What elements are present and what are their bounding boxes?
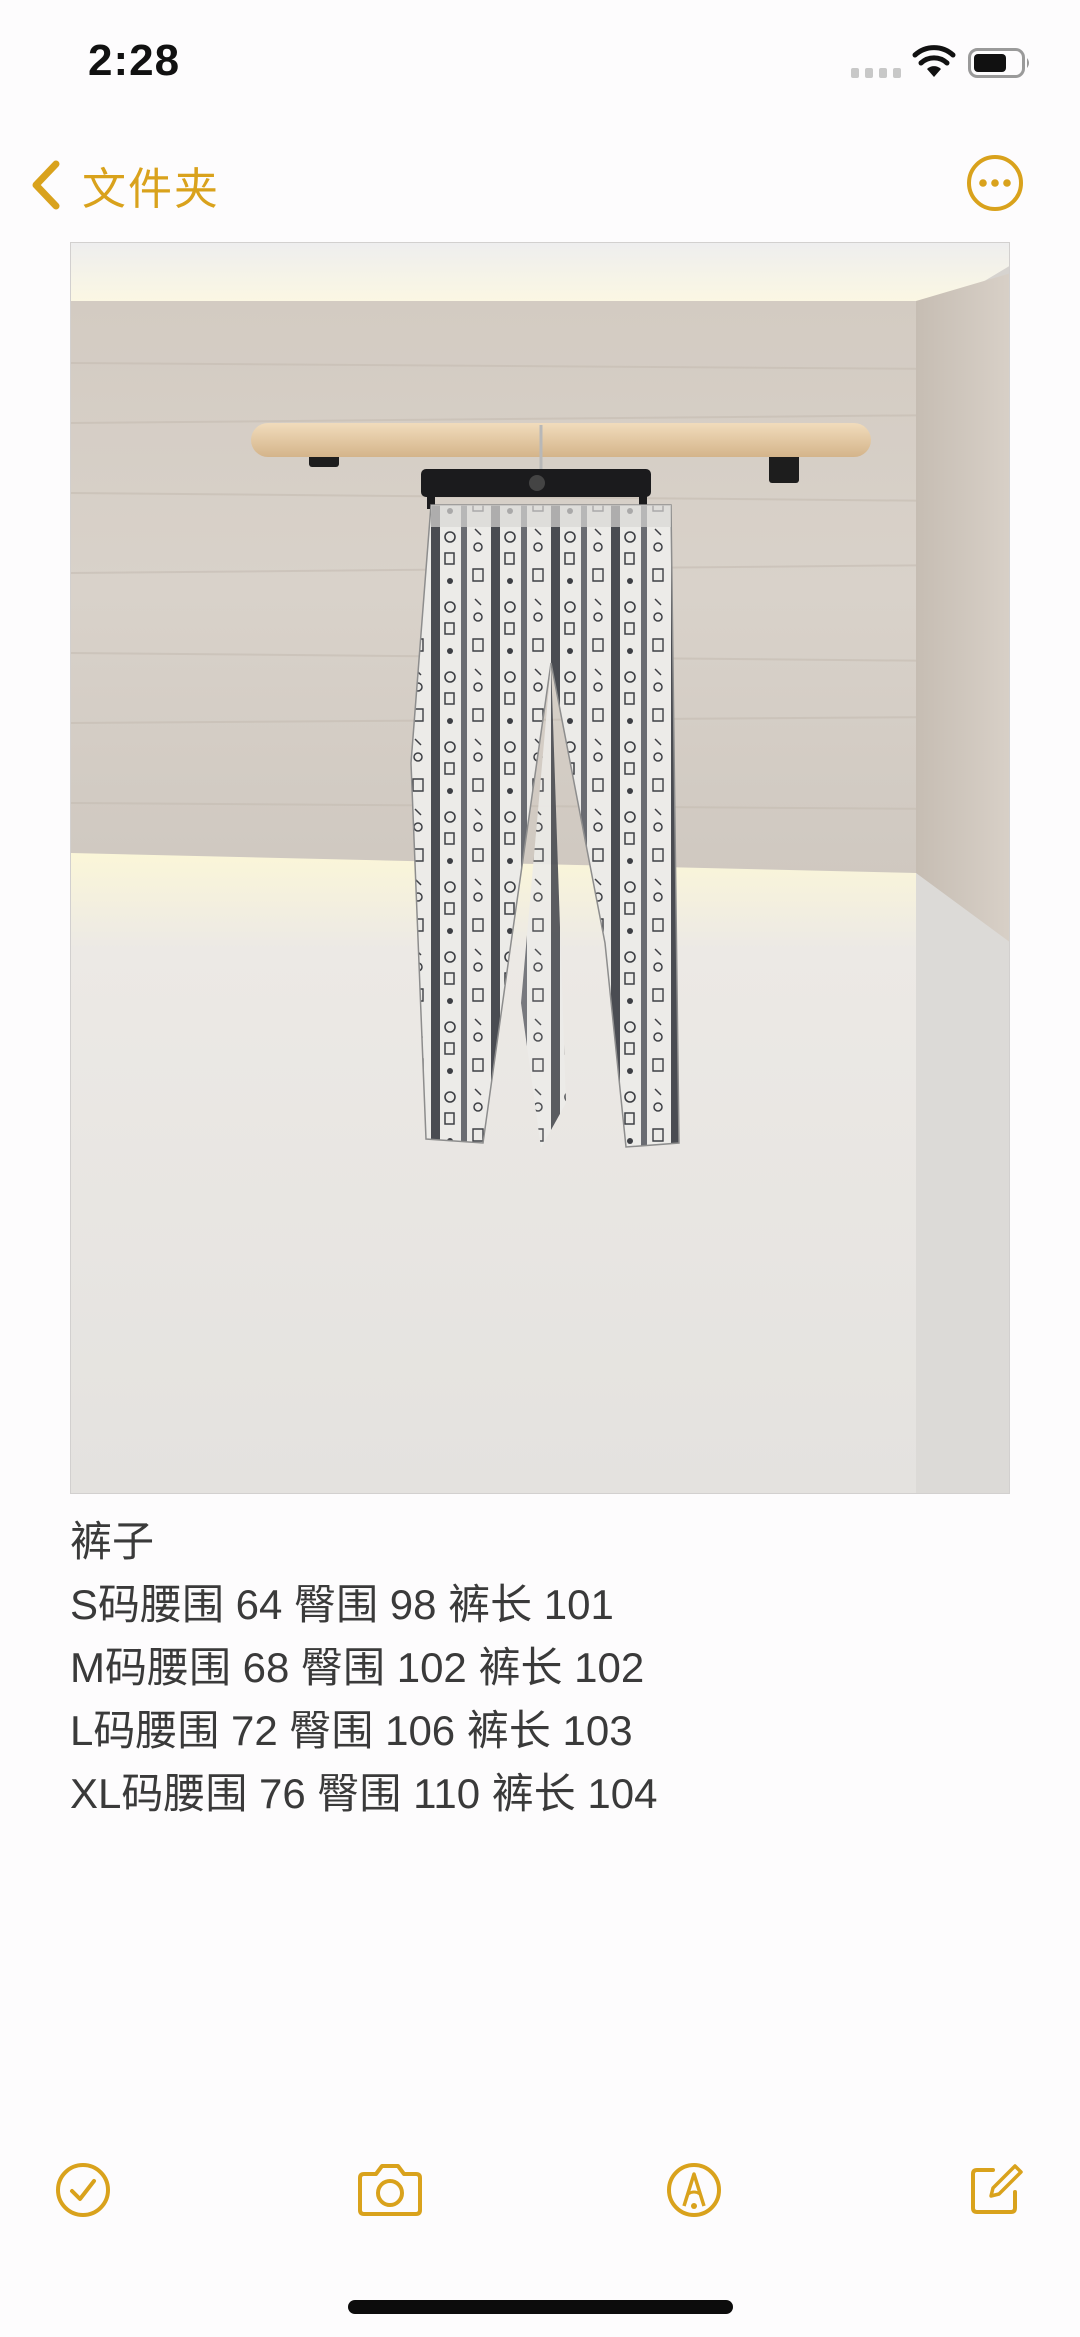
note-line-size-s: S码腰围 64 臀围 98 裤长 101 [70,1581,614,1628]
markup-icon[interactable] [664,2160,724,2220]
back-button[interactable]: 文件夹 [28,150,220,220]
battery-icon [968,48,1029,78]
note-line-size-m: M码腰围 68 臀围 102 裤长 102 [70,1644,645,1691]
cellular-signal-icon [851,68,901,78]
more-circle-icon[interactable] [965,153,1025,213]
note-title: 裤子 [70,1518,155,1565]
photo-illustration [71,243,1009,1493]
checklist-icon[interactable] [53,2160,113,2220]
camera-icon[interactable] [354,2160,426,2220]
chevron-left-icon [32,160,60,210]
status-time: 2:28 [88,36,181,85]
back-button-label: 文件夹 [82,165,220,214]
wifi-icon [912,45,956,77]
pants-on-hanger-photo[interactable] [70,242,1010,1494]
note-line-size-l: L码腰围 72 臀围 106 裤长 103 [70,1707,633,1754]
compose-icon[interactable] [965,2160,1025,2220]
home-indicator[interactable] [348,2300,733,2314]
note-line-size-xl: XL码腰围 76 臀围 110 裤长 104 [70,1770,658,1817]
note-body[interactable]: 裤子 S码腰围 64 臀围 98 裤长 101 M码腰围 68 臀围 102 裤… [70,1510,1010,1825]
status-bar: 2:28 [0,0,1080,130]
